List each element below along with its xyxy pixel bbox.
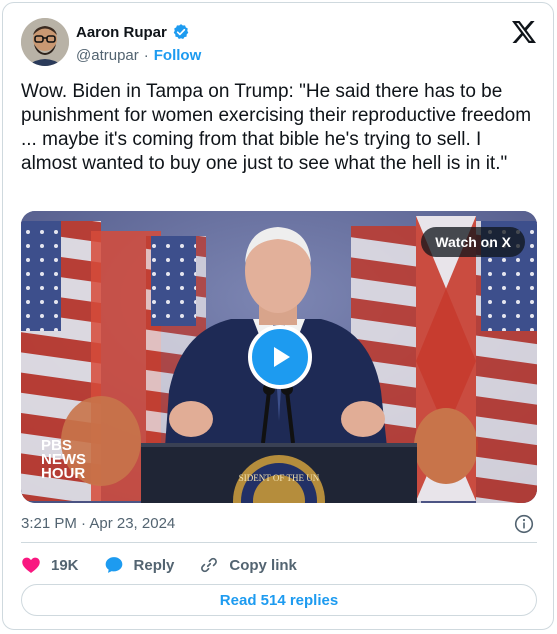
tweet-card: Aaron Rupar @atrupar · Follow Wow. Biden… — [2, 2, 554, 630]
video-player[interactable]: SIDENT OF THE UN Watch on X PBS NEWS HOU… — [21, 211, 537, 503]
separator-dot: · — [143, 47, 149, 64]
x-logo-icon[interactable] — [512, 21, 536, 43]
pbs-newshour-logo: PBS NEWS HOUR — [41, 438, 86, 482]
info-icon[interactable] — [514, 514, 534, 534]
divider — [21, 542, 537, 543]
link-icon — [201, 557, 218, 573]
handle-row: @atrupar · Follow — [76, 47, 201, 64]
reply-button[interactable]: Reply — [104, 555, 175, 575]
copy-link-button[interactable]: Copy link — [199, 555, 297, 575]
logo-line-3: HOUR — [41, 465, 86, 482]
read-replies-button[interactable]: Read 514 replies — [21, 584, 537, 616]
play-icon — [274, 347, 290, 367]
copy-link-label: Copy link — [229, 556, 297, 574]
author-handle[interactable]: @atrupar — [76, 47, 139, 64]
action-bar: 19K Reply Copy link — [21, 552, 322, 578]
like-button[interactable]: 19K — [21, 555, 79, 575]
verified-badge-icon — [172, 23, 190, 41]
tweet-text: Wow. Biden in Tampa on Trump: "He said t… — [21, 81, 532, 174]
reply-label: Reply — [133, 556, 175, 574]
heart-icon — [22, 557, 40, 573]
author-name-row: Aaron Rupar — [76, 23, 190, 41]
watch-on-x-button[interactable]: Watch on X — [421, 227, 525, 257]
author-name[interactable]: Aaron Rupar — [76, 24, 167, 41]
follow-button[interactable]: Follow — [154, 47, 202, 64]
tweet-timestamp[interactable]: 3:21 PM · Apr 23, 2024 — [21, 515, 175, 532]
avatar[interactable] — [21, 18, 69, 66]
reply-bubble-icon — [105, 557, 122, 573]
play-button[interactable] — [248, 325, 312, 389]
like-count: 19K — [51, 556, 79, 574]
seal-text: SIDENT OF THE UN — [239, 473, 320, 483]
